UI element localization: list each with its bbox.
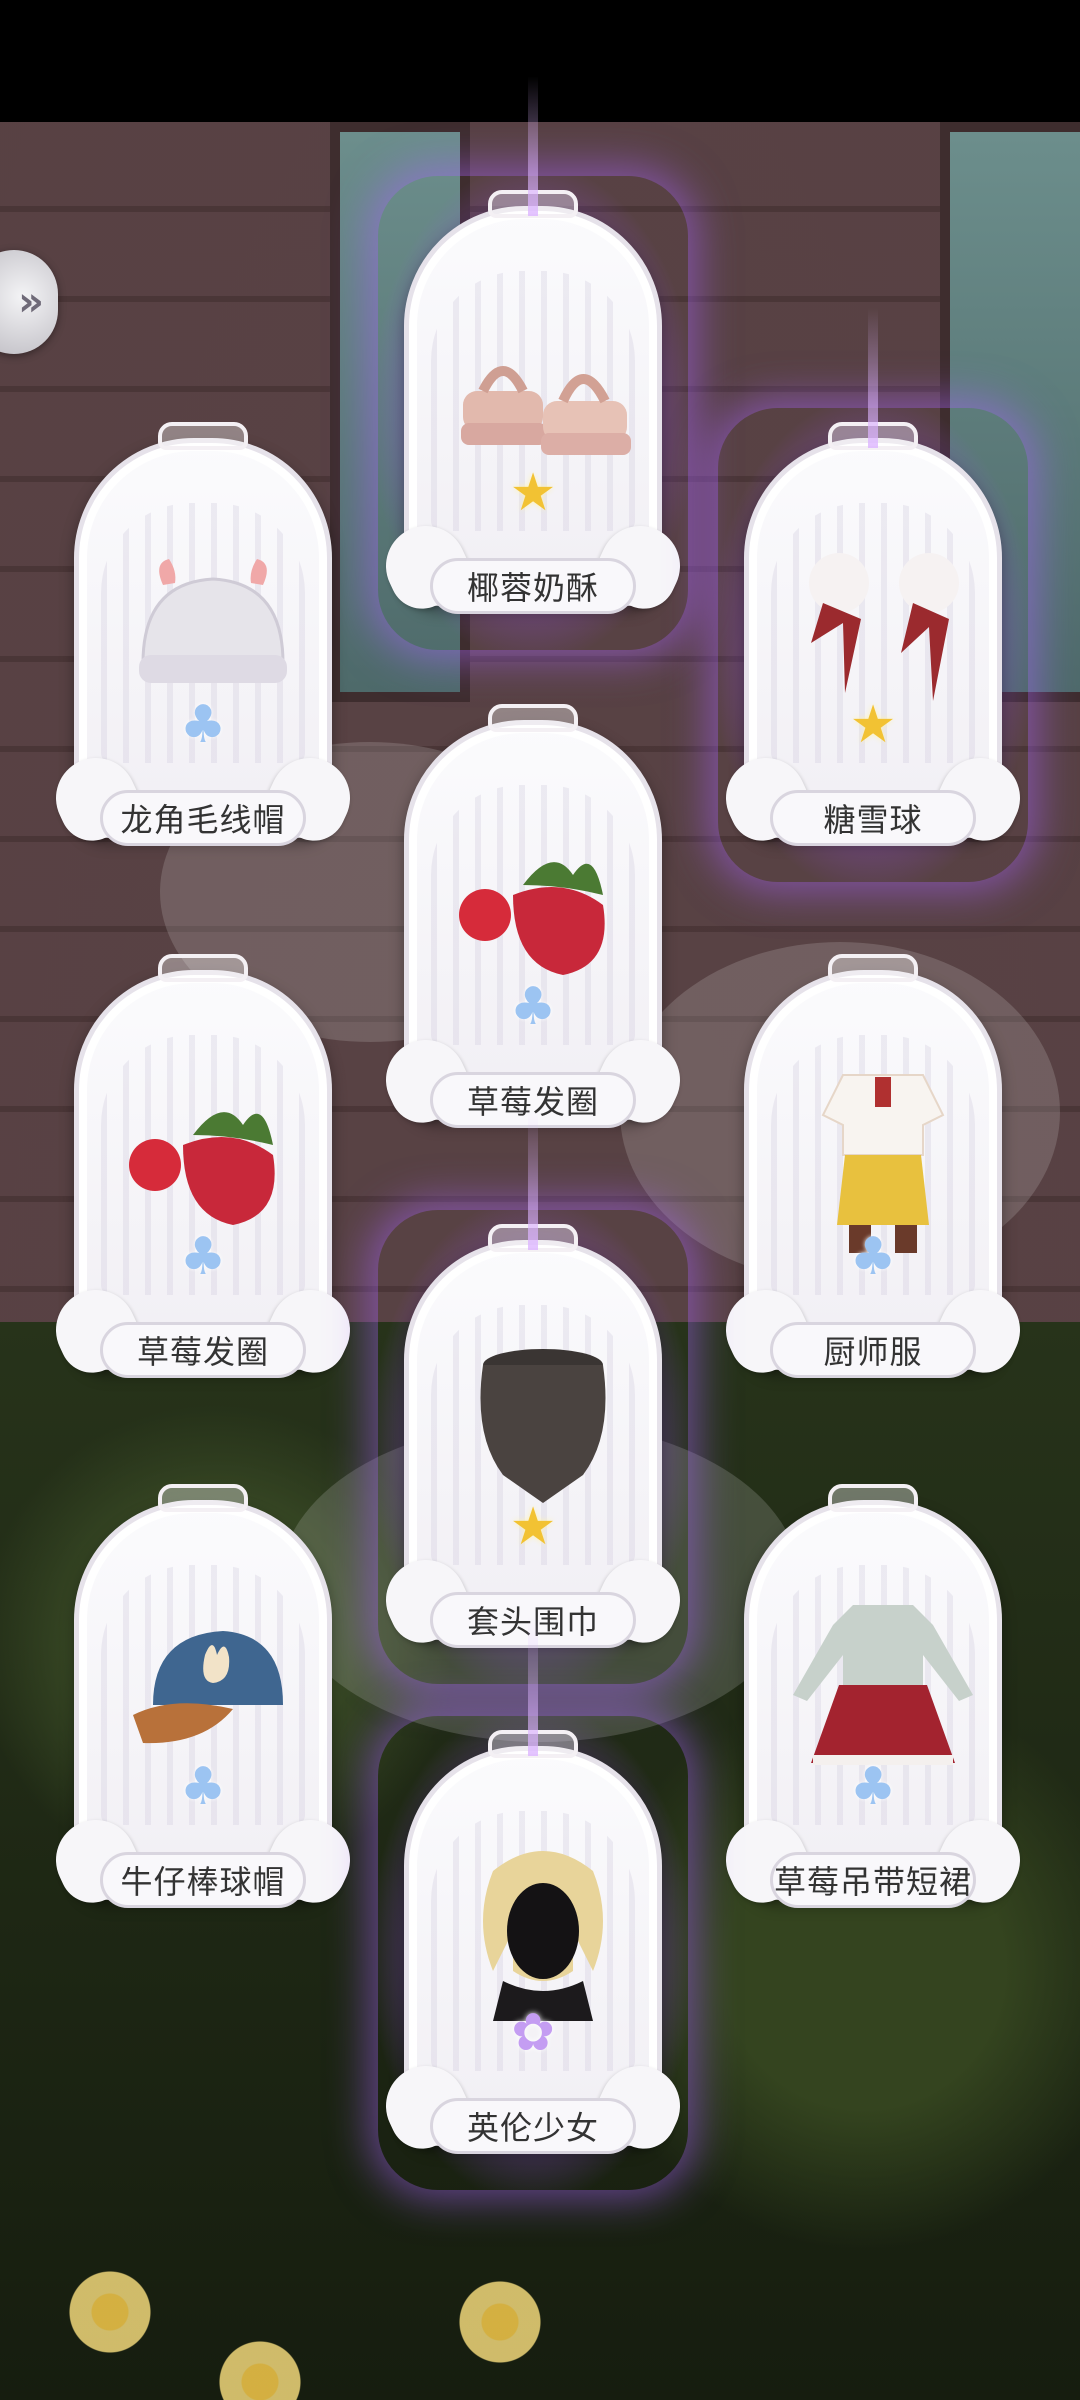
item-name-label: 草莓吊带短裙 <box>770 1852 976 1908</box>
bloom-rarity-icon: ✿ <box>511 2003 555 2063</box>
bow-ornament <box>828 954 918 982</box>
reward-card[interactable]: ♣ 牛仔棒球帽 <box>42 1484 364 1920</box>
bow-ornament <box>488 1730 578 1758</box>
drop-rarity-icon: ♣ <box>179 1757 227 1817</box>
strawberry-suspender-skirt-icon <box>793 1605 973 1765</box>
bow-ornament <box>488 1224 578 1252</box>
knit-hat-icon <box>139 559 287 683</box>
strawberry-scrunchie-icon <box>459 862 605 975</box>
item-name-label: 龙角毛线帽 <box>100 790 306 846</box>
bow-ornament <box>828 422 918 450</box>
status-bar <box>0 0 1080 122</box>
item-name-label: 糖雪球 <box>770 790 976 846</box>
blonde-hair-icon <box>483 1851 603 2021</box>
daisy-decoration <box>440 2262 560 2382</box>
item-name-label: 英伦少女 <box>430 2098 636 2154</box>
reward-card[interactable]: ★ 椰蓉奶酥 <box>372 76 694 650</box>
item-name-label: 厨师服 <box>770 1322 976 1378</box>
bow-ornament <box>488 704 578 732</box>
reward-card[interactable]: ★ 糖雪球 <box>712 308 1034 882</box>
star-rarity-icon: ★ <box>849 695 897 755</box>
reward-card[interactable]: ♣ 草莓发圈 <box>372 704 694 1140</box>
reward-card[interactable]: ♣ 厨师服 <box>712 954 1034 1390</box>
item-name-label: 牛仔棒球帽 <box>100 1852 306 1908</box>
chef-outfit-icon <box>821 1074 945 1253</box>
item-name-label: 草莓发圈 <box>100 1322 306 1378</box>
drop-rarity-icon: ♣ <box>509 977 557 1037</box>
reward-card[interactable]: ★ 套头围巾 <box>372 1110 694 1684</box>
reward-card[interactable]: ♣ 龙角毛线帽 <box>42 422 364 858</box>
drop-rarity-icon: ♣ <box>849 1757 897 1817</box>
reward-card[interactable]: ✿ 英伦少女 <box>372 1616 694 2190</box>
star-rarity-icon: ★ <box>509 1497 557 1557</box>
bow-ornament <box>158 954 248 982</box>
reward-card[interactable]: ♣ 草莓发圈 <box>42 954 364 1390</box>
drop-rarity-icon: ♣ <box>179 695 227 755</box>
bow-ornament <box>158 422 248 450</box>
sandals-icon <box>461 366 631 455</box>
reward-card[interactable]: ♣ 草莓吊带短裙 <box>712 1484 1034 1920</box>
drop-rarity-icon: ♣ <box>849 1227 897 1287</box>
chevron-right-icon: » <box>18 279 44 325</box>
bow-ornament <box>488 190 578 218</box>
bow-ornament <box>158 1484 248 1512</box>
bow-ornament <box>828 1484 918 1512</box>
strawberry-scrunchie-icon <box>129 1112 275 1225</box>
denim-cap-icon <box>133 1631 283 1744</box>
item-name-label: 椰蓉奶酥 <box>430 558 636 614</box>
drop-rarity-icon: ♣ <box>179 1227 227 1287</box>
pompom-hair-ties-icon <box>809 553 959 701</box>
snood-scarf-icon <box>480 1349 606 1503</box>
daisy-decoration <box>50 2252 170 2372</box>
star-rarity-icon: ★ <box>509 463 557 523</box>
